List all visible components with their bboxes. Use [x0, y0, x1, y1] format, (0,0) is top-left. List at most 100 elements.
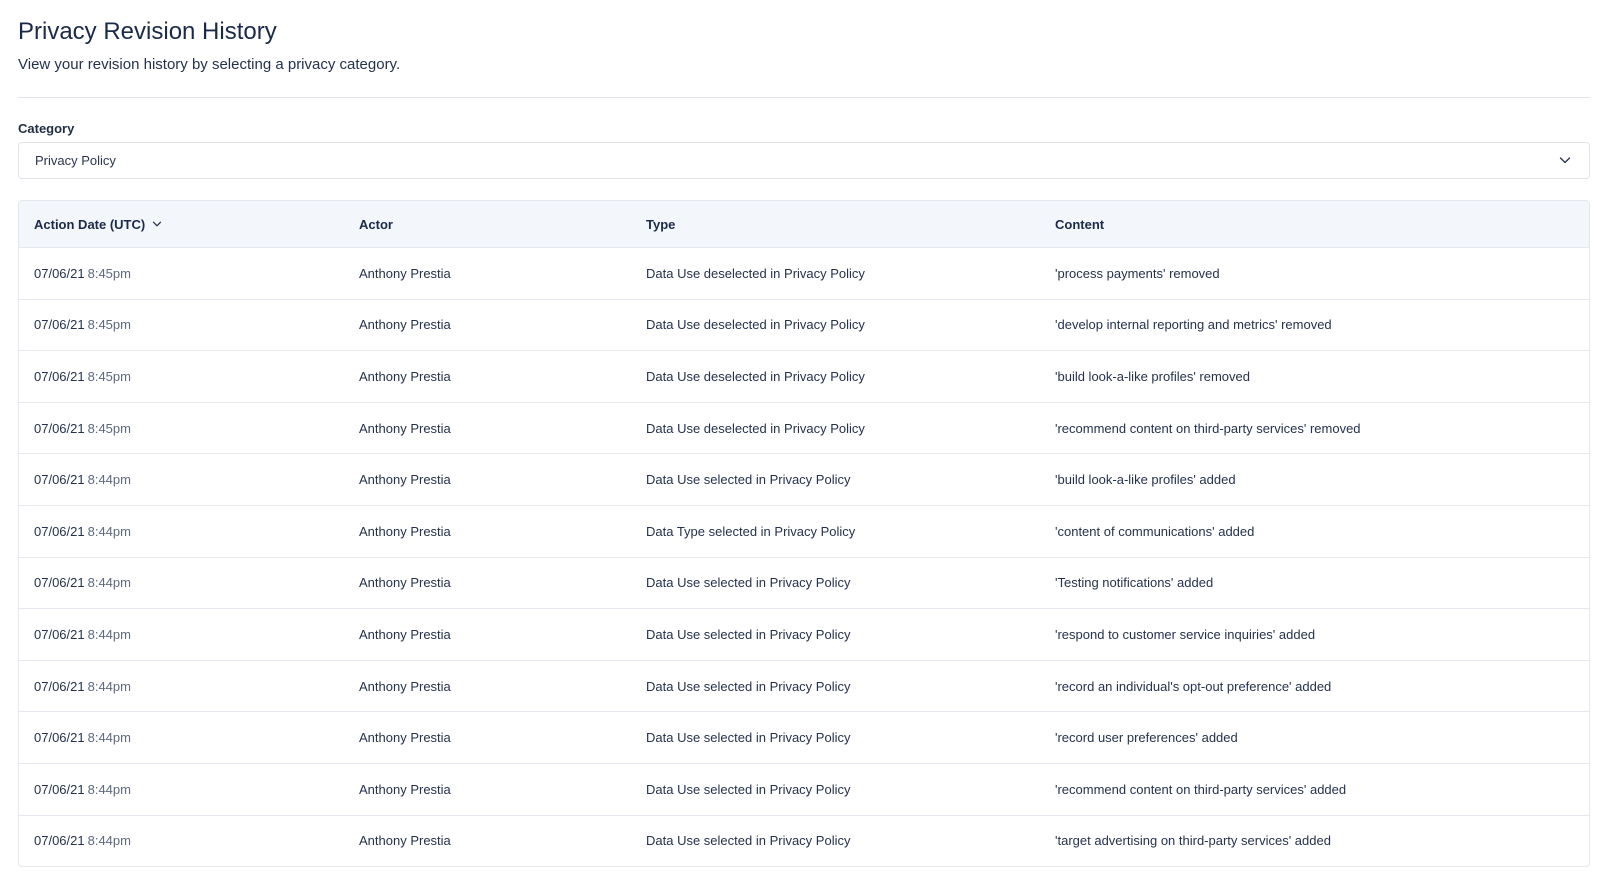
content-cell: 'develop internal reporting and metrics'…: [1055, 317, 1332, 333]
content-cell: 'recommend content on third-party servic…: [1055, 781, 1347, 797]
actor-cell: Anthony Prestia: [359, 420, 451, 436]
table-row: 07/06/21 8:44pm Anthony Prestia Data Use se…: [19, 556, 1589, 609]
type-cell: Data Use deselected in Privacy Policy: [646, 317, 865, 333]
action-date-cell: 07/06/21 8:44pm: [34, 454, 131, 505]
page-subtitle: View your revision history by selecting …: [18, 56, 401, 73]
action-date-cell: 07/06/21 8:44pm: [34, 816, 131, 867]
revision-table: Action Date (UTC) Actor Type Content 07/…: [18, 200, 1590, 868]
action-time: 8:45pm: [87, 368, 131, 384]
action-time: 8:44pm: [87, 781, 131, 797]
action-date: 07/06/21: [34, 368, 85, 384]
type-cell: Data Use selected in Privacy Policy: [646, 472, 851, 488]
action-date-cell: 07/06/21 8:44pm: [34, 558, 131, 609]
action-date-cell: 07/06/21 8:45pm: [34, 351, 131, 402]
content-cell: 'recommend content on third-party servic…: [1055, 420, 1361, 436]
table-body: 07/06/21 8:45pm Anthony Prestia Data Use de…: [19, 247, 1589, 866]
action-time: 8:45pm: [87, 420, 131, 436]
action-date: 07/06/21: [34, 730, 85, 746]
action-date-cell: 07/06/21 8:45pm: [34, 248, 131, 299]
action-date-cell: 07/06/21 8:44pm: [34, 764, 131, 815]
table-row: 07/06/21 8:44pm Anthony Prestia Data Use se…: [19, 762, 1589, 815]
column-header-content: Content: [1055, 216, 1105, 232]
action-date-cell: 07/06/21 8:45pm: [34, 300, 131, 351]
type-cell: Data Use selected in Privacy Policy: [646, 626, 851, 642]
table-row: 07/06/21 8:44pm Anthony Prestia Data Use se…: [19, 814, 1589, 867]
action-date: 07/06/21: [34, 472, 85, 488]
table-row: 07/06/21 8:45pm Anthony Prestia Data Use de…: [19, 401, 1589, 454]
table-row: 07/06/21 8:45pm Anthony Prestia Data Use de…: [19, 298, 1589, 351]
content-cell: 'process payments' removed: [1055, 265, 1220, 281]
action-date: 07/06/21: [34, 626, 85, 642]
chevron-down-icon: [153, 221, 162, 227]
type-cell: Data Use selected in Privacy Policy: [646, 575, 851, 591]
actor-cell: Anthony Prestia: [359, 368, 451, 384]
content-cell: 'record an individual's opt-out preferen…: [1055, 678, 1332, 694]
action-time: 8:44pm: [87, 575, 131, 591]
privacy-revision-history-page: Privacy Revision History View your revis…: [0, 0, 1600, 878]
type-cell: Data Use selected in Privacy Policy: [646, 833, 851, 849]
table-header-row: Action Date (UTC) Actor Type Content: [19, 201, 1589, 247]
action-time: 8:44pm: [87, 626, 131, 642]
table-row: 07/06/21 8:44pm Anthony Prestia Data Use se…: [19, 608, 1589, 660]
column-header-actor: Actor: [359, 216, 393, 232]
type-cell: Data Use selected in Privacy Policy: [646, 730, 851, 746]
category-label: Category: [18, 121, 75, 136]
action-time: 8:44pm: [87, 833, 131, 849]
actor-cell: Anthony Prestia: [359, 317, 451, 333]
type-cell: Data Use deselected in Privacy Policy: [646, 368, 865, 384]
type-cell: Data Use deselected in Privacy Policy: [646, 265, 865, 281]
actor-cell: Anthony Prestia: [359, 833, 451, 849]
column-header-type: Type: [646, 216, 676, 232]
action-date: 07/06/21: [34, 678, 85, 694]
action-date-cell: 07/06/21 8:44pm: [34, 712, 131, 763]
action-time: 8:44pm: [87, 523, 131, 539]
table-row: 07/06/21 8:44pm Anthony Prestia Data Use se…: [19, 659, 1589, 712]
content-cell: 'target advertising on third-party servi…: [1055, 833, 1331, 849]
action-date: 07/06/21: [34, 781, 85, 797]
table-row: 07/06/21 8:44pm Anthony Prestia Data Use se…: [19, 453, 1589, 505]
type-cell: Data Use selected in Privacy Policy: [646, 678, 851, 694]
content-cell: 'content of communications' added: [1055, 523, 1255, 539]
action-time: 8:45pm: [87, 317, 131, 333]
action-date: 07/06/21: [34, 420, 85, 436]
table-row: 07/06/21 8:45pm Anthony Prestia Data Use de…: [19, 350, 1589, 402]
content-cell: 'build look-a-like profiles' added: [1055, 472, 1236, 488]
action-time: 8:44pm: [87, 678, 131, 694]
action-date-cell: 07/06/21 8:44pm: [34, 661, 131, 712]
table-row: 07/06/21 8:44pm Anthony Prestia Data Type s…: [19, 504, 1589, 557]
actor-cell: Anthony Prestia: [359, 472, 451, 488]
content-cell: 'record user preferences' added: [1055, 730, 1238, 746]
type-cell: Data Use selected in Privacy Policy: [646, 781, 851, 797]
column-header-action-date[interactable]: Action Date (UTC): [34, 201, 162, 247]
action-date: 07/06/21: [34, 833, 85, 849]
action-time: 8:44pm: [87, 730, 131, 746]
table-row: 07/06/21 8:44pm Anthony Prestia Data Use se…: [19, 711, 1589, 763]
type-cell: Data Type selected in Privacy Policy: [646, 523, 856, 539]
actor-cell: Anthony Prestia: [359, 265, 451, 281]
action-date-cell: 07/06/21 8:45pm: [34, 403, 131, 454]
content-cell: 'Testing notifications' added: [1055, 575, 1214, 591]
action-date: 07/06/21: [34, 317, 85, 333]
actor-cell: Anthony Prestia: [359, 523, 451, 539]
actor-cell: Anthony Prestia: [359, 678, 451, 694]
actor-cell: Anthony Prestia: [359, 730, 451, 746]
page-title: Privacy Revision History: [18, 18, 277, 45]
type-cell: Data Use deselected in Privacy Policy: [646, 420, 865, 436]
action-date: 07/06/21: [34, 575, 85, 591]
action-date: 07/06/21: [34, 265, 85, 281]
table-row: 07/06/21 8:45pm Anthony Prestia Data Use de…: [19, 247, 1589, 299]
action-date-cell: 07/06/21 8:44pm: [34, 506, 131, 557]
action-date-cell: 07/06/21 8:44pm: [34, 609, 131, 660]
chevron-down-icon: [1559, 157, 1571, 164]
actor-cell: Anthony Prestia: [359, 575, 451, 591]
action-date: 07/06/21: [34, 523, 85, 539]
content-cell: 'respond to customer service inquiries' …: [1055, 626, 1316, 642]
actor-cell: Anthony Prestia: [359, 626, 451, 642]
category-selected-value: Privacy Policy: [35, 153, 116, 168]
action-time: 8:44pm: [87, 472, 131, 488]
divider: [18, 97, 1590, 98]
category-select[interactable]: Privacy Policy: [18, 142, 1590, 179]
column-header-action-date-label: Action Date (UTC): [34, 216, 146, 232]
action-time: 8:45pm: [87, 265, 131, 281]
content-cell: 'build look-a-like profiles' removed: [1055, 368, 1250, 384]
